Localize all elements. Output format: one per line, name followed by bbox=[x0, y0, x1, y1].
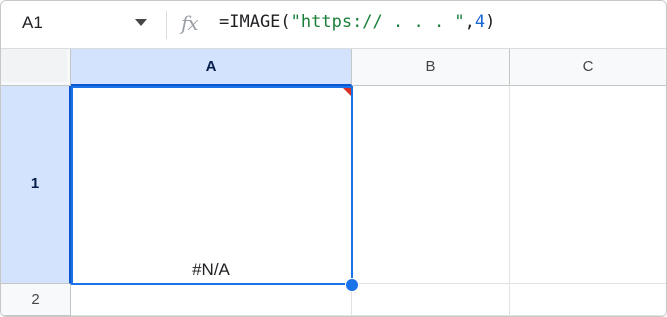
error-flag-icon bbox=[343, 88, 351, 96]
name-box-value: A1 bbox=[22, 13, 43, 32]
formula-separator: , bbox=[464, 12, 475, 32]
fx-icon: fx bbox=[181, 11, 199, 35]
cell-b2[interactable] bbox=[352, 284, 510, 316]
name-box[interactable]: A1 bbox=[1, 1, 165, 48]
formula-close-paren: ) bbox=[485, 12, 496, 32]
column-header-a[interactable]: A bbox=[71, 49, 352, 86]
cell-c1[interactable] bbox=[510, 86, 666, 284]
corner-shade bbox=[1, 49, 67, 82]
select-all-corner[interactable] bbox=[1, 49, 71, 86]
cell-c2[interactable] bbox=[510, 284, 666, 316]
row-header-2[interactable]: 2 bbox=[1, 284, 71, 316]
cell-a1[interactable]: #N/A bbox=[71, 86, 352, 284]
formula-function: =IMAGE( bbox=[219, 12, 291, 32]
formula-bar: A1 fx =IMAGE("https:// . . . ",4) bbox=[1, 1, 666, 49]
cell-a1-value: #N/A bbox=[192, 260, 230, 279]
cell-a2[interactable] bbox=[71, 284, 352, 316]
spreadsheet-window: A1 fx =IMAGE("https:// . . . ",4) A B C … bbox=[0, 0, 667, 317]
row-header-1[interactable]: 1 bbox=[1, 86, 71, 284]
divider bbox=[166, 11, 167, 39]
formula-url-string: "https:// . . . " bbox=[290, 12, 465, 32]
chevron-down-icon[interactable] bbox=[135, 19, 147, 26]
cell-b1[interactable] bbox=[352, 86, 510, 284]
formula-input[interactable]: =IMAGE("https:// . . . ",4) bbox=[219, 12, 495, 32]
column-header-c[interactable]: C bbox=[510, 49, 666, 86]
formula-mode-number: 4 bbox=[474, 12, 486, 32]
sheet-grid: A B C 1 2 #N/A bbox=[1, 49, 666, 316]
column-header-b[interactable]: B bbox=[352, 49, 510, 86]
fill-handle[interactable] bbox=[345, 278, 359, 292]
